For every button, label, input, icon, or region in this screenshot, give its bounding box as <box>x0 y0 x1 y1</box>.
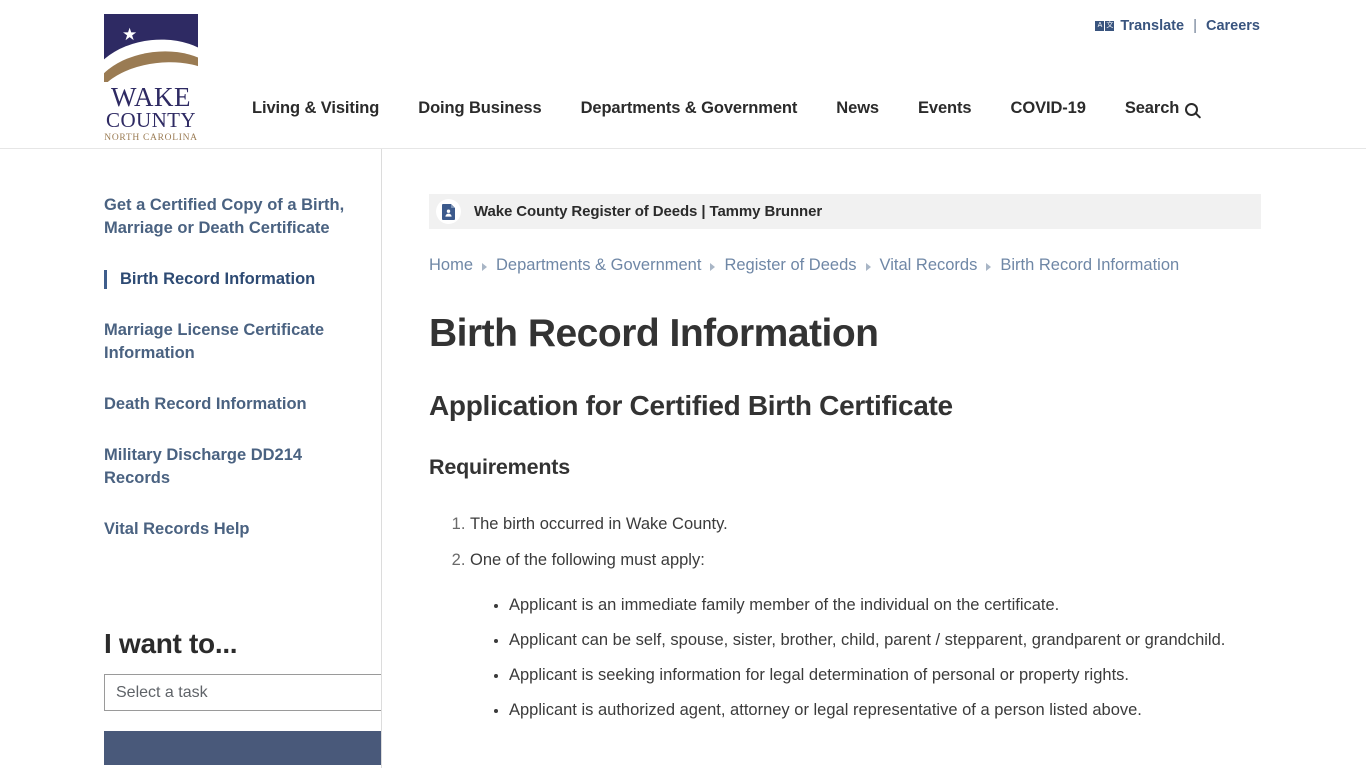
breadcrumb-separator-icon <box>710 262 716 271</box>
breadcrumb-item-vital-records[interactable]: Vital Records <box>880 256 978 275</box>
list-item: Applicant is seeking information for leg… <box>509 663 1261 687</box>
page-body: Get a Certified Copy of a Birth, Marriag… <box>0 149 1366 768</box>
sidebar-link-vital-records-help[interactable]: Vital Records Help <box>104 518 360 541</box>
translate-icon-letter-a: A <box>1095 20 1105 31</box>
main-navigation: Living & Visiting Doing Business Departm… <box>252 99 1199 118</box>
sidebar-item-birth-record-information[interactable]: Birth Record Information <box>104 268 360 291</box>
list-item: The birth occurred in Wake County. <box>470 512 1261 536</box>
nav-item-news[interactable]: News <box>836 99 879 118</box>
i-want-to-widget: I want to... Select a task <box>104 628 382 768</box>
requirement-text: The birth occurred in Wake County. <box>470 515 728 533</box>
nav-item-living-visiting[interactable]: Living & Visiting <box>252 99 379 118</box>
list-item: Applicant is authorized agent, attorney … <box>509 698 1261 722</box>
sidebar-item-vital-records-help[interactable]: Vital Records Help <box>104 518 360 541</box>
section-title: Application for Certified Birth Certific… <box>429 390 953 421</box>
sidebar-link-military-discharge[interactable]: Military Discharge DD214 Records <box>104 444 360 490</box>
sidebar-nav: Get a Certified Copy of a Birth, Marriag… <box>104 194 382 541</box>
sidebar-item-military-discharge[interactable]: Military Discharge DD214 Records <box>104 444 360 490</box>
utility-nav: A 文 Translate | Careers <box>1095 17 1260 34</box>
star-icon: ★ <box>122 25 138 44</box>
sidebar-item-certified-copy[interactable]: Get a Certified Copy of a Birth, Marriag… <box>104 194 360 240</box>
nav-item-covid19[interactable]: COVID-19 <box>1011 99 1086 118</box>
document-person-icon <box>436 199 461 224</box>
search-label: Search <box>1124 99 1180 117</box>
wake-county-logo[interactable]: ★ WAKE COUNTY NORTH CAROLINA <box>104 14 198 143</box>
sidebar-link-death-record[interactable]: Death Record Information <box>104 393 360 416</box>
i-want-to-go-button[interactable] <box>104 731 382 765</box>
nav-item-doing-business[interactable]: Doing Business <box>418 99 541 118</box>
select-a-task-dropdown[interactable]: Select a task <box>104 674 382 711</box>
breadcrumb-separator-icon <box>865 262 871 271</box>
requirements-list: The birth occurred in Wake County. One o… <box>429 512 1261 722</box>
breadcrumb: Home Departments & Government Register o… <box>429 256 1261 275</box>
main-content: Wake County Register of Deeds | Tammy Br… <box>429 194 1261 768</box>
logo-text-wake: WAKE <box>111 82 191 112</box>
search-icon <box>1185 103 1199 116</box>
sidebar-item-death-record[interactable]: Death Record Information <box>104 393 360 416</box>
sidebar-link-certified-copy[interactable]: Get a Certified Copy of a Birth, Marriag… <box>104 194 360 240</box>
department-banner[interactable]: Wake County Register of Deeds | Tammy Br… <box>429 194 1261 229</box>
nav-item-events[interactable]: Events <box>918 99 972 118</box>
logo-flag-graphic: ★ <box>104 14 198 82</box>
i-want-to-heading: I want to... <box>104 628 238 659</box>
translate-icon-letter-cjk: 文 <box>1105 20 1115 31</box>
logo-text-state: NORTH CAROLINA <box>104 133 198 143</box>
breadcrumb-item-departments-government[interactable]: Departments & Government <box>496 256 701 275</box>
list-item: Applicant can be self, spouse, sister, b… <box>509 628 1261 652</box>
translate-link[interactable]: Translate <box>1120 18 1184 34</box>
breadcrumb-item-home[interactable]: Home <box>429 256 473 275</box>
page-title: Birth Record Information <box>429 312 879 355</box>
sidebar: Get a Certified Copy of a Birth, Marriag… <box>104 149 382 768</box>
sidebar-link-marriage-license[interactable]: Marriage License Certificate Information <box>104 319 360 365</box>
requirements-heading: Requirements <box>429 455 570 479</box>
nav-item-search[interactable]: Search <box>1124 99 1199 118</box>
sidebar-item-marriage-license[interactable]: Marriage License Certificate Information <box>104 319 360 365</box>
breadcrumb-separator-icon <box>482 262 488 271</box>
breadcrumb-item-register-of-deeds[interactable]: Register of Deeds <box>724 256 856 275</box>
nav-item-departments-government[interactable]: Departments & Government <box>581 99 798 118</box>
breadcrumb-item-current: Birth Record Information <box>1000 256 1180 274</box>
list-item: One of the following must apply: Applica… <box>470 548 1261 722</box>
translate-icon: A 文 <box>1095 19 1115 33</box>
logo-text-county: COUNTY <box>106 108 196 132</box>
list-item: Applicant is an immediate family member … <box>509 593 1261 617</box>
breadcrumb-separator-icon <box>986 262 992 271</box>
requirement-text: One of the following must apply: <box>470 551 705 569</box>
department-title: Wake County Register of Deeds | Tammy Br… <box>474 203 823 220</box>
requirement-sub-list: Applicant is an immediate family member … <box>470 593 1261 722</box>
careers-link[interactable]: Careers <box>1206 18 1260 34</box>
site-header: ★ WAKE COUNTY NORTH CAROLINA A 文 Transla… <box>0 0 1366 149</box>
utility-separator: | <box>1193 17 1197 34</box>
sidebar-link-birth-record-information[interactable]: Birth Record Information <box>104 268 360 291</box>
